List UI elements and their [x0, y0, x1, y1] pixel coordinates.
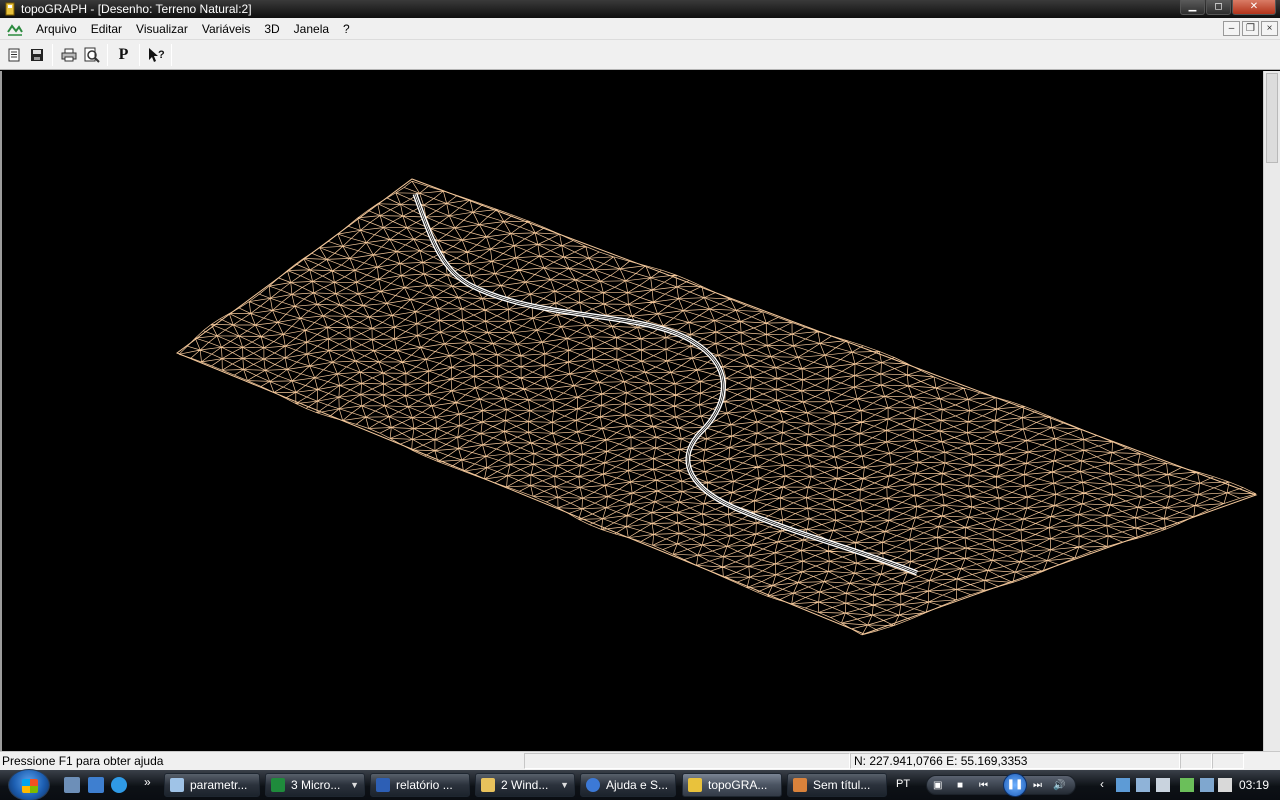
next-icon[interactable]: ⏭ [1033, 780, 1042, 791]
menu-arquivo[interactable]: Arquivo [29, 19, 84, 39]
excel-icon [271, 778, 285, 792]
print-preview-button[interactable] [80, 44, 103, 66]
display-icon[interactable] [1156, 778, 1170, 792]
task-label: parametr... [190, 778, 248, 792]
toolbar: P ? [0, 40, 1280, 70]
menu-3d[interactable]: 3D [257, 19, 286, 39]
volume-icon[interactable]: 🔊 [1053, 780, 1065, 791]
switch-windows-icon[interactable] [88, 777, 104, 793]
antivirus-icon[interactable] [1180, 778, 1194, 792]
chevron-down-icon: ▼ [350, 780, 359, 790]
print-button[interactable] [57, 44, 80, 66]
clock: 03:19 [1239, 778, 1270, 792]
print-icon [61, 48, 76, 61]
show-desktop-icon[interactable] [64, 777, 80, 793]
toolbar-separator [52, 43, 53, 66]
maximize-icon: ◻ [1214, 1, 1223, 12]
task-label: Sem títul... [813, 778, 871, 792]
child-restore-button[interactable]: ❐ [1242, 21, 1259, 36]
language-indicator[interactable]: PT [896, 778, 910, 790]
status-bar: Pressione F1 para obter ajuda N: 227.941… [0, 751, 1280, 770]
vertical-scrollbar[interactable] [1263, 71, 1280, 751]
notepad-icon [170, 778, 184, 792]
topograph-app-icon [5, 2, 15, 16]
menu-editar[interactable]: Editar [84, 19, 129, 39]
child-minimize-button[interactable]: – [1223, 21, 1240, 36]
task-label: topoGRA... [708, 778, 768, 792]
word-icon [376, 778, 390, 792]
connection-icon[interactable] [1200, 778, 1214, 792]
list-button[interactable] [2, 44, 25, 66]
maximize-button[interactable]: ◻ [1206, 0, 1231, 15]
task-label: relatório ... [396, 778, 453, 792]
scrollbar-thumb[interactable] [1266, 73, 1278, 163]
network-icon[interactable] [1116, 778, 1130, 792]
svg-text:?: ? [158, 49, 165, 61]
task-label: 2 Wind... [501, 778, 549, 792]
coordinate-readout: N: 227.941,0766 E: 55.169,3353 [854, 754, 1028, 768]
save-button[interactable] [25, 44, 48, 66]
previous-icon[interactable]: ⏮ [979, 780, 988, 791]
taskbar-item-paint[interactable]: Sem títul... [787, 773, 887, 797]
p-label: P [118, 45, 129, 63]
drawing-canvas[interactable] [0, 71, 1263, 751]
taskbar-item-excel[interactable]: 3 Micro... ▼ [265, 773, 365, 797]
save-icon [30, 48, 43, 61]
windows-logo-icon [22, 779, 38, 793]
context-help-button[interactable]: ? [144, 44, 167, 66]
close-icon: × [1266, 23, 1273, 34]
taskbar: » parametr... 3 Micro... ▼ relatório ...… [0, 769, 1280, 800]
minimize-icon: ▁ [1188, 1, 1197, 12]
task-label: 3 Micro... [291, 778, 341, 792]
menu-variaveis[interactable]: Variáveis [195, 19, 257, 39]
taskbar-item-word[interactable]: relatório ... [370, 773, 470, 797]
list-icon [8, 48, 19, 61]
task-label: Ajuda e S... [606, 778, 669, 792]
document-system-menu-icon[interactable] [7, 22, 23, 36]
status-pane [524, 753, 850, 769]
speaker-icon[interactable] [1218, 778, 1232, 792]
taskbar-item-topograph[interactable]: topoGRA... [682, 773, 782, 797]
paint-icon [793, 778, 807, 792]
pause-icon[interactable]: ❚❚ [1003, 773, 1027, 797]
child-close-button[interactable]: × [1261, 21, 1278, 36]
taskbar-item-notepad[interactable]: parametr... [164, 773, 260, 797]
menu-janela[interactable]: Janela [287, 19, 336, 39]
context-help-icon: ? [148, 47, 165, 62]
status-pane [1180, 753, 1212, 769]
chevron-down-icon: ▼ [560, 780, 569, 790]
start-button[interactable] [8, 769, 50, 800]
toolbar-separator [171, 43, 172, 66]
minimize-icon: – [1228, 23, 1235, 34]
minimize-button[interactable]: ▁ [1180, 0, 1205, 15]
menu-help[interactable]: ? [336, 19, 357, 39]
quicklaunch-overflow-icon[interactable]: » [144, 775, 151, 789]
title-bar: topoGRAPH - [Desenho: Terreno Natural:2]… [0, 0, 1280, 18]
menu-bar: Arquivo Editar Visualizar Variáveis 3D J… [0, 18, 1280, 40]
taskbar-item-explorer[interactable]: 2 Wind... ▼ [475, 773, 575, 797]
safely-remove-icon[interactable] [1136, 778, 1150, 792]
status-help-text: Pressione F1 para obter ajuda [2, 754, 164, 768]
folder-icon [481, 778, 495, 792]
close-button[interactable]: ✕ [1232, 0, 1276, 15]
window-title: topoGRAPH - [Desenho: Terreno Natural:2] [21, 2, 252, 16]
toolbar-separator [107, 43, 108, 66]
internet-explorer-icon[interactable] [111, 777, 127, 793]
taskbar-item-help[interactable]: Ajuda e S... [580, 773, 676, 797]
media-player-toolbar: ▣ ■ ⏮ ❚❚ ⏭ 🔊 [926, 773, 1076, 797]
close-icon: ✕ [1249, 1, 1259, 12]
menu-visualizar[interactable]: Visualizar [129, 19, 195, 39]
help-icon [586, 778, 600, 792]
media-player-icon[interactable]: ▣ [933, 780, 942, 791]
restore-icon: ❐ [1246, 23, 1255, 34]
print-preview-icon [84, 47, 100, 63]
stop-icon[interactable]: ■ [957, 780, 963, 791]
p-button[interactable]: P [112, 44, 135, 66]
show-hidden-icons-chevron-icon[interactable]: ‹ [1100, 777, 1104, 791]
topograph-app-icon [688, 778, 702, 792]
terrain-wireframe [175, 178, 1258, 636]
toolbar-separator [139, 43, 140, 66]
status-pane [1212, 753, 1244, 769]
